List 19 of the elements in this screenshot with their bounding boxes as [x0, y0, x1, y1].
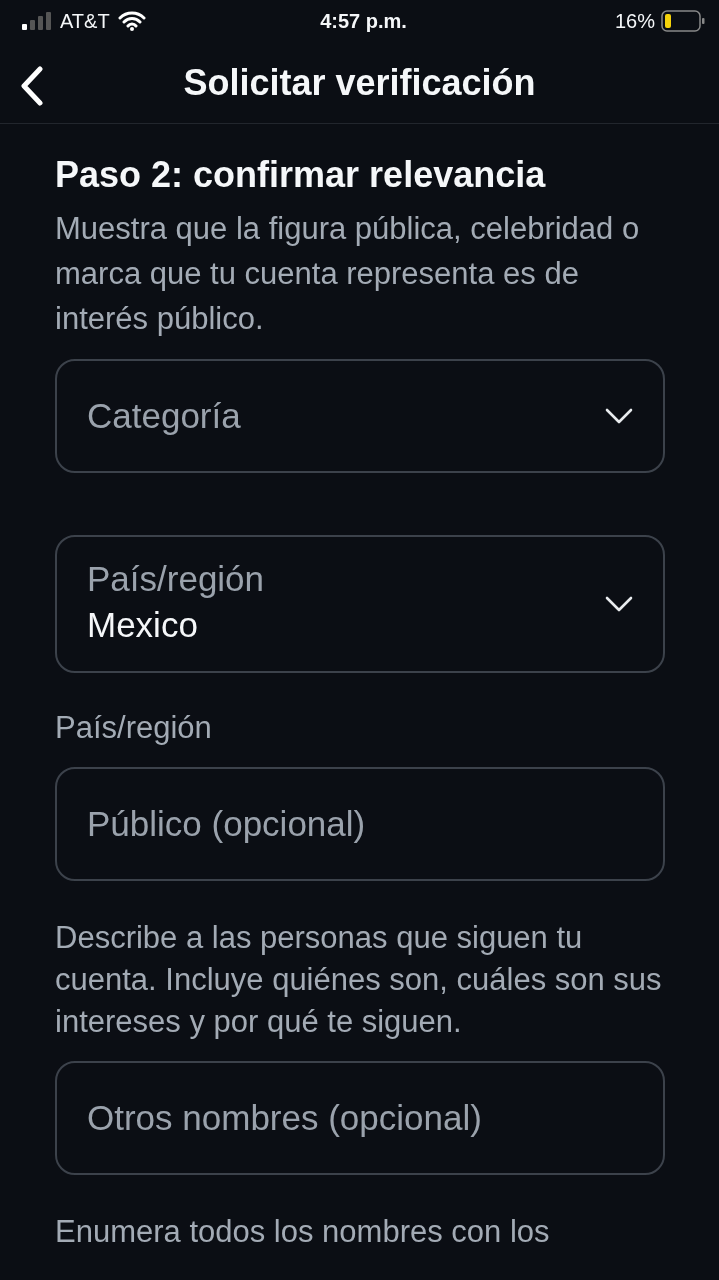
- input-field[interactable]: Público (opcional): [55, 767, 665, 881]
- battery-icon: [661, 10, 705, 32]
- battery-percent: 16%: [615, 9, 655, 33]
- page-title: Solicitar verificación: [183, 61, 536, 104]
- input-field[interactable]: Otros nombres (opcional): [55, 1061, 665, 1175]
- select-field[interactable]: Categoría: [55, 359, 665, 473]
- select-field[interactable]: País/región Mexico: [55, 535, 665, 673]
- chevron-down-icon: [605, 596, 633, 612]
- carrier-text: AT&T: [60, 9, 110, 33]
- helper-text: Describe a las personas que siguen tu cuenta. Incluye quiénes son, cuáles son sus intereses y por qué te siguen.: [55, 919, 663, 1041]
- helper-text: País/región: [55, 709, 213, 747]
- back-icon: [20, 66, 44, 106]
- chevron-down-icon: [605, 408, 633, 424]
- signal-icon: [22, 12, 52, 30]
- step-description: Muestra que la figura pública, celebridad o marca que tu cuenta representa es de interés público.: [55, 210, 641, 338]
- helper-text: Enumera todos los nombres con los: [55, 1213, 551, 1251]
- clock-text: 4:57 p.m.: [320, 9, 407, 33]
- wifi-icon: [117, 11, 146, 31]
- step-heading: Paso 2: confirmar relevancia: [55, 154, 547, 196]
